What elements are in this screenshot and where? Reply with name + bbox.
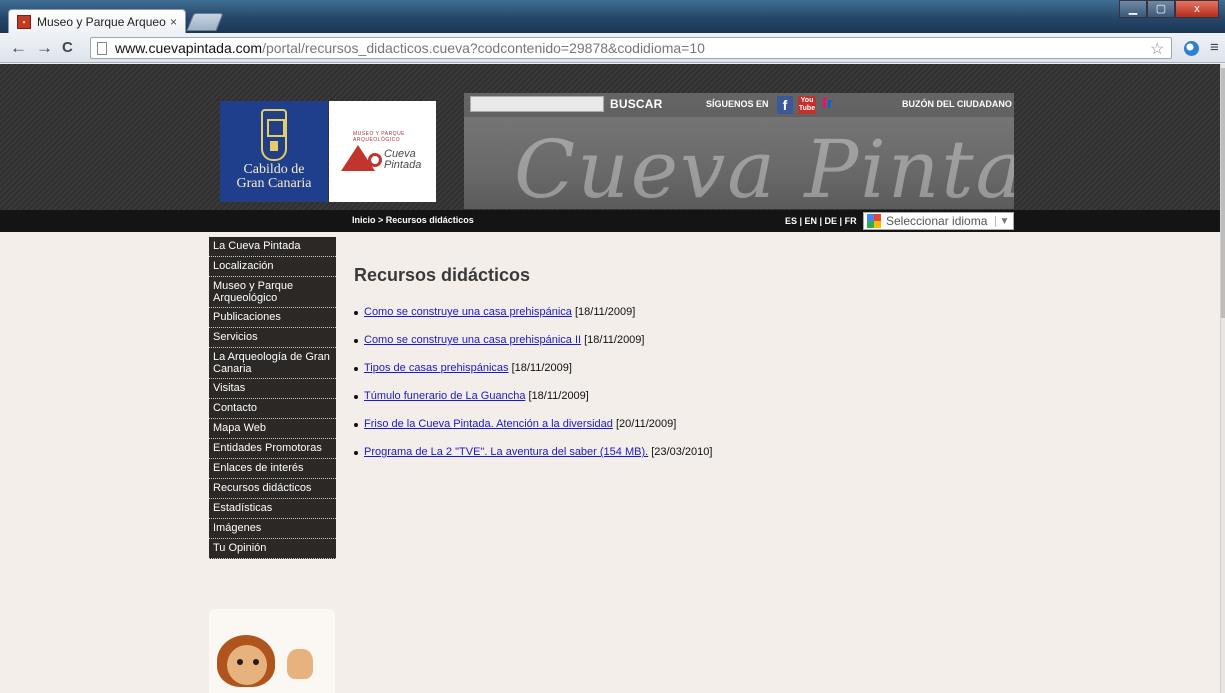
resource-list: Como se construye una casa prehispánica …: [354, 306, 954, 458]
sidebar-menu: La Cueva Pintada Localización Museo y Pa…: [209, 237, 336, 559]
cueva-circle-icon: [368, 153, 382, 167]
mascot-image[interactable]: [209, 609, 335, 693]
resource-date: [18/11/2009]: [574, 306, 636, 318]
resource-date: [18/11/2009]: [511, 362, 572, 374]
mascot-face: [227, 645, 267, 685]
language-links[interactable]: ES | EN | DE | FR: [785, 216, 857, 226]
sidebar-item-entidades[interactable]: Entidades Promotoras: [209, 439, 336, 459]
sidebar-item-museo[interactable]: Museo y Parque Arqueológico: [209, 277, 336, 308]
list-item: Tipos de casas prehispánicas [18/11/2009…: [354, 362, 954, 374]
minimize-button[interactable]: ▁: [1119, 0, 1147, 18]
mascot-eye: [253, 659, 259, 665]
youtube-icon-bottom: Tube: [798, 105, 816, 112]
resource-date: [20/11/2009]: [615, 418, 677, 430]
list-item: Como se construye una casa prehispánica …: [354, 334, 954, 346]
list-item: Túmulo funerario de La Guancha [18/11/20…: [354, 390, 954, 402]
close-window-button[interactable]: x: [1175, 0, 1219, 18]
mascot-eye: [237, 659, 243, 665]
sidebar-item-visitas[interactable]: Visitas: [209, 379, 336, 399]
resource-link[interactable]: Tipos de casas prehispánicas: [364, 362, 509, 374]
header-banner: Cueva Pintada BUSCAR SÍGUENOS EN f You T…: [464, 93, 1014, 209]
forward-arrow-icon[interactable]: →: [36, 38, 53, 58]
main-content: Recursos didácticos Como se construye un…: [354, 265, 954, 474]
resource-link[interactable]: Como se construye una casa prehispánica …: [364, 334, 581, 346]
scrollbar-thumb[interactable]: [1221, 68, 1225, 318]
google-translate-icon: [867, 214, 881, 228]
sidebar-item-enlaces[interactable]: Enlaces de interés: [209, 459, 336, 479]
sidebar-item-cueva-pintada[interactable]: La Cueva Pintada: [209, 237, 336, 257]
cabildo-line1: Cabildo de: [243, 162, 305, 177]
sidebar-item-contacto[interactable]: Contacto: [209, 399, 336, 419]
follow-us-label: SÍGUENOS EN: [706, 99, 769, 109]
reload-icon[interactable]: C: [62, 38, 73, 58]
flickr-icon[interactable]: fr: [822, 95, 833, 112]
resource-date: [23/03/2010]: [651, 446, 713, 458]
tab-title: Museo y Parque Arqueoló: [37, 14, 166, 29]
bookmark-star-icon[interactable]: ☆: [1150, 39, 1164, 59]
list-item: Programa de La 2 "TVE". La aventura del …: [354, 446, 954, 458]
site-favicon-icon: ▪: [17, 14, 31, 29]
page-title: Recursos didácticos: [354, 265, 531, 285]
sidebar-item-estadisticas[interactable]: Estadísticas: [209, 499, 336, 519]
language-select-label: Seleccionar idioma: [886, 214, 988, 228]
page-icon: [97, 41, 107, 55]
sidebar-item-mapa-web[interactable]: Mapa Web: [209, 419, 336, 439]
breadcrumb-bar: Inicio > Recursos didácticos ES | EN | D…: [0, 210, 1220, 232]
breadcrumb[interactable]: Inicio > Recursos didácticos: [352, 215, 474, 225]
sidebar-item-servicios[interactable]: Servicios: [209, 328, 336, 348]
facebook-icon[interactable]: f: [777, 96, 793, 114]
search-button[interactable]: BUSCAR: [610, 97, 663, 111]
cueva-logo-subtitle: MUSEO Y PARQUE ARQUEOLÓGICO: [353, 131, 406, 143]
resource-link[interactable]: Programa de La 2 "TVE". La aventura del …: [364, 446, 648, 458]
tab-close-icon[interactable]: ×: [170, 15, 177, 29]
sidebar-item-publicaciones[interactable]: Publicaciones: [209, 308, 336, 328]
cabildo-logo[interactable]: Cabildo de Gran Canaria: [220, 101, 328, 202]
resource-date: [18/11/2009]: [584, 334, 645, 346]
page-viewport: Cabildo de Gran Canaria MUSEO Y PARQUE A…: [0, 64, 1220, 693]
sidebar-item-recursos[interactable]: Recursos didácticos: [209, 479, 336, 499]
coat-of-arms-icon: [261, 109, 287, 161]
cueva-logo-name: Cueva Pintada: [384, 149, 421, 171]
youtube-icon[interactable]: You Tube: [798, 96, 816, 114]
browser-tab[interactable]: ▪ Museo y Parque Arqueoló ×: [8, 9, 186, 33]
citizen-mailbox-link[interactable]: BUZÓN DEL CIUDADANO: [902, 99, 1012, 109]
cueva-logo-name-2: Pintada: [384, 159, 422, 171]
mascot-hand: [287, 649, 313, 679]
sidebar-item-localizacion[interactable]: Localización: [209, 257, 336, 277]
browser-toolbar: ← → C www.cuevapintada.com/portal/recurs…: [0, 33, 1225, 63]
browser-titlebar: ▪ Museo y Parque Arqueoló × ▁ ▢ x: [0, 0, 1225, 33]
resource-date: [18/11/2009]: [528, 390, 589, 402]
youtube-icon-top: You: [800, 97, 814, 104]
sidebar-item-imagenes[interactable]: Imágenes: [209, 519, 336, 539]
flickr-icon-r: r: [827, 95, 833, 112]
resource-link[interactable]: Túmulo funerario de La Guancha: [364, 390, 525, 402]
list-item: Friso de la Cueva Pintada. Atención a la…: [354, 418, 954, 430]
browser-menu-icon[interactable]: ≡: [1210, 39, 1219, 56]
sidebar-item-arqueologia[interactable]: La Arqueología de Gran Canaria: [209, 348, 336, 379]
dropdown-arrow-icon: ▼: [995, 215, 1013, 227]
url-host: www.cuevapintada.com: [115, 40, 263, 56]
site-search-input[interactable]: [470, 96, 604, 112]
language-select[interactable]: Seleccionar idioma ▼: [863, 212, 1014, 230]
list-item: Como se construye una casa prehispánica …: [354, 306, 954, 318]
page-scrollbar[interactable]: [1220, 64, 1225, 693]
extension-icon[interactable]: [1184, 41, 1199, 56]
resource-link[interactable]: Friso de la Cueva Pintada. Atención a la…: [364, 418, 613, 430]
sidebar-item-tu-opinion[interactable]: Tu Opinión: [209, 539, 336, 559]
url-path: /portal/recursos_didacticos.cueva?codcon…: [262, 40, 705, 56]
cueva-pintada-logo[interactable]: MUSEO Y PARQUE ARQUEOLÓGICO Cueva Pintad…: [329, 101, 436, 202]
window-controls: ▁ ▢ x: [1119, 0, 1219, 18]
banner-script-text: Cueva Pintada: [514, 123, 1014, 209]
resource-link[interactable]: Como se construye una casa prehispánica: [364, 306, 572, 318]
maximize-button[interactable]: ▢: [1147, 0, 1175, 18]
site-header: Cabildo de Gran Canaria MUSEO Y PARQUE A…: [0, 64, 1220, 210]
new-tab-button[interactable]: [186, 13, 224, 31]
cabildo-line2: Gran Canaria: [236, 176, 312, 191]
back-arrow-icon[interactable]: ←: [10, 38, 27, 58]
address-bar[interactable]: www.cuevapintada.com/portal/recursos_did…: [90, 37, 1172, 59]
